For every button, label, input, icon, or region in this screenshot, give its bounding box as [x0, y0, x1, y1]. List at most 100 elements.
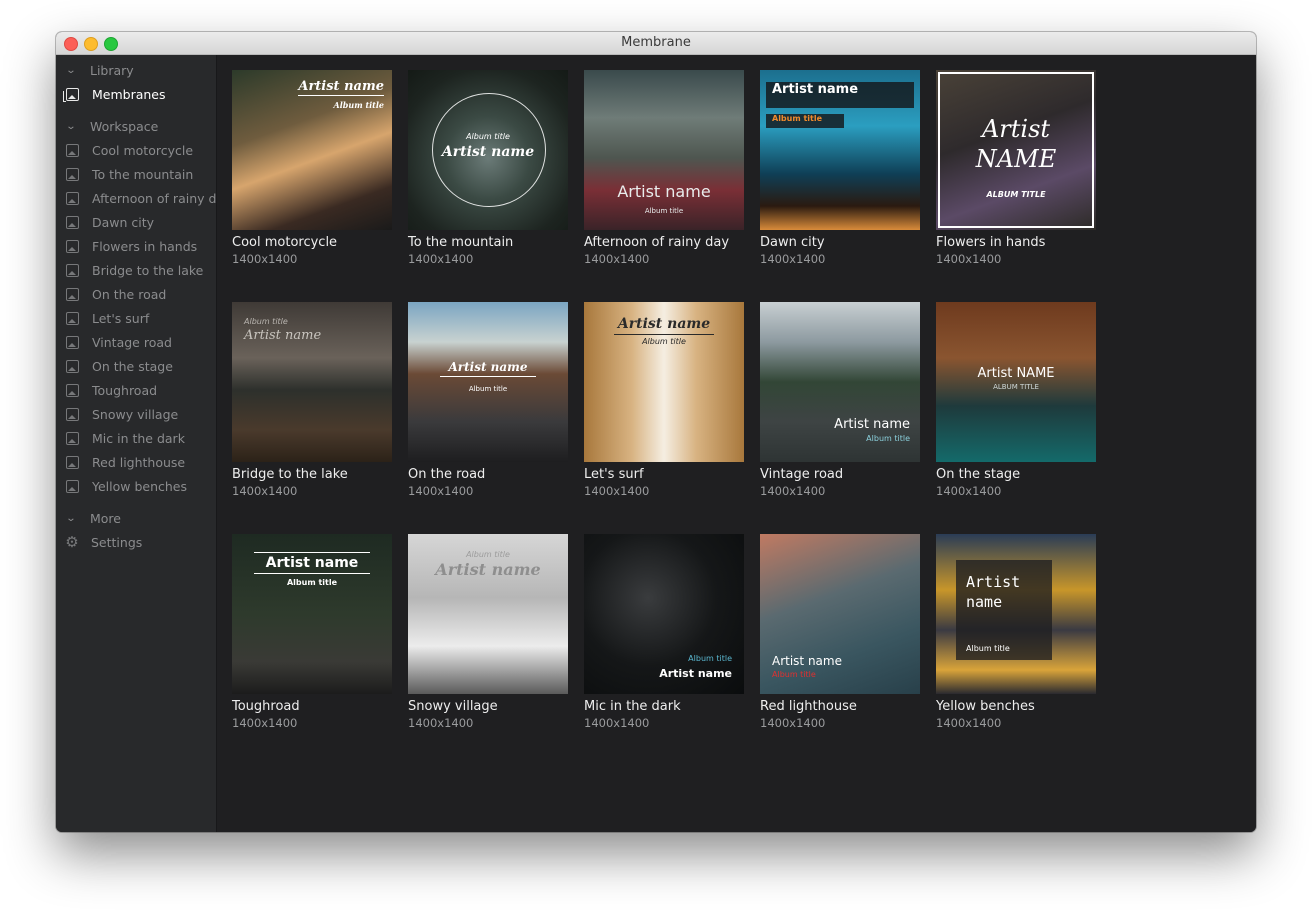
- sidebar-item-flowers-in-hands[interactable]: Flowers in hands: [56, 234, 216, 258]
- cover-thumbnail[interactable]: Album title Artist name: [232, 302, 392, 462]
- card-title: To the mountain: [408, 235, 514, 250]
- cover-thumbnail[interactable]: Album title Artist name: [584, 534, 744, 694]
- sidebar-item-cool-motorcycle[interactable]: Cool motorcycle: [56, 138, 216, 162]
- sidebar-item-afternoon-of-rainy-da[interactable]: Afternoon of rainy da: [56, 186, 216, 210]
- sidebar-item-label: Mic in the dark: [92, 430, 185, 446]
- card-title: Vintage road: [760, 467, 844, 482]
- sidebar-item-label: Red lighthouse: [92, 454, 186, 470]
- gallery-grid: Artist name Album title Cool motorcycle 140…: [217, 55, 1256, 832]
- cover-album-text: ALBUM TITLE: [993, 383, 1039, 391]
- image-icon: [66, 431, 79, 445]
- cover-thumbnail[interactable]: Artist NAME ALBUM TITLE: [936, 302, 1096, 462]
- sidebar-section-workspace[interactable]: ⌄ Workspace: [56, 114, 216, 138]
- sidebar-item-dawn-city[interactable]: Dawn city: [56, 210, 216, 234]
- sidebar-item-toughroad[interactable]: Toughroad: [56, 378, 216, 402]
- gallery-card[interactable]: Artist NAME ALBUM TITLE Flowers in hands 14…: [936, 70, 1096, 267]
- chevron-down-icon: ⌄: [65, 64, 77, 76]
- cover-artist-text: Artist name: [254, 552, 370, 574]
- cover-thumbnail[interactable]: Album title Artist name: [408, 534, 568, 694]
- cover-thumbnail[interactable]: Artist name Album title: [760, 70, 920, 230]
- cover-artist-text: Artist NAME: [975, 115, 1057, 173]
- sidebar-item-label: Bridge to the lake: [92, 262, 204, 278]
- cover-thumbnail[interactable]: Artist NAME ALBUM TITLE: [936, 70, 1096, 230]
- card-dimensions: 1400x1400: [232, 716, 298, 730]
- image-icon: [66, 191, 79, 205]
- sidebar-item-bridge-to-the-lake[interactable]: Bridge to the lake: [56, 258, 216, 282]
- sidebar: ⌄ Library Membranes ⌄ Workspace Cool mot…: [56, 55, 217, 832]
- sidebar-item-let-s-surf[interactable]: Let's surf: [56, 306, 216, 330]
- gallery-card[interactable]: Album title Artist name Mic in the dark 140…: [584, 534, 744, 731]
- cover-album-text: Album title: [772, 670, 816, 679]
- sidebar-item-label: Cool motorcycle: [92, 142, 194, 158]
- gallery-card[interactable]: Artist name Album title Let's surf 1400x140…: [584, 302, 744, 499]
- image-icon: [66, 359, 79, 373]
- section-label: More: [90, 510, 121, 526]
- gallery-card[interactable]: Album title Artist name Snowy village 1400x…: [408, 534, 568, 731]
- gallery-card[interactable]: Artist name Album title Vintage road 1400x1…: [760, 302, 920, 499]
- cover-album-text: Album title: [966, 644, 1010, 653]
- sidebar-item-label: Membranes: [92, 86, 166, 102]
- sidebar-section-more[interactable]: ⌄ More: [56, 506, 216, 530]
- cover-album-text: Album title: [468, 385, 508, 393]
- sidebar-section-library[interactable]: ⌄ Library: [56, 58, 216, 82]
- card-dimensions: 1400x1400: [408, 716, 474, 730]
- gallery-card[interactable]: Artist name Album title Afternoon of rainy…: [584, 70, 744, 267]
- card-title: Flowers in hands: [936, 235, 1046, 250]
- sidebar-item-yellow-benches[interactable]: Yellow benches: [56, 474, 216, 498]
- sidebar-item-membranes[interactable]: Membranes: [56, 82, 216, 106]
- cover-artist-text: Artist name: [298, 79, 384, 96]
- gallery-card[interactable]: Artist name Album title On the road 1400x14…: [408, 302, 568, 499]
- cover-album-text: ALBUM TITLE: [986, 190, 1046, 199]
- card-dimensions: 1400x1400: [584, 252, 650, 266]
- cover-artist-text: Artist name: [441, 144, 535, 160]
- card-dimensions: 1400x1400: [584, 716, 650, 730]
- card-dimensions: 1400x1400: [408, 252, 474, 266]
- cover-thumbnail[interactable]: Artist name Album title: [584, 302, 744, 462]
- card-title: Dawn city: [760, 235, 825, 250]
- sidebar-item-label: On the road: [92, 286, 167, 302]
- sidebar-item-label: Settings: [91, 534, 143, 550]
- cover-thumbnail[interactable]: Artist name Album title: [584, 70, 744, 230]
- card-title: Snowy village: [408, 699, 498, 714]
- sidebar-item-on-the-road[interactable]: On the road: [56, 282, 216, 306]
- gallery-card[interactable]: Album title Artist name Bridge to the lake…: [232, 302, 392, 499]
- card-dimensions: 1400x1400: [760, 484, 826, 498]
- sidebar-item-to-the-mountain[interactable]: To the mountain: [56, 162, 216, 186]
- card-dimensions: 1400x1400: [936, 252, 1002, 266]
- cover-artist-text: Artist name: [614, 316, 714, 335]
- cover-thumbnail[interactable]: Artist name Album title: [936, 534, 1096, 694]
- cover-thumbnail[interactable]: Artist name Album title: [408, 302, 568, 462]
- card-title: Red lighthouse: [760, 699, 857, 714]
- gallery-card[interactable]: Artist NAME ALBUM TITLE On the stage 1400x1…: [936, 302, 1096, 499]
- gallery-card[interactable]: Artist name Album title Dawn city 1400x1400: [760, 70, 920, 267]
- sidebar-item-vintage-road[interactable]: Vintage road: [56, 330, 216, 354]
- gallery-card[interactable]: Album title Artist name To the mountain 140…: [408, 70, 568, 267]
- cover-thumbnail[interactable]: Artist name Album title: [760, 302, 920, 462]
- sidebar-item-label: Dawn city: [92, 214, 155, 230]
- image-icon: [66, 335, 79, 349]
- card-dimensions: 1400x1400: [936, 716, 1002, 730]
- image-icon: [66, 479, 79, 493]
- cover-thumbnail[interactable]: Artist name Album title: [232, 534, 392, 694]
- sidebar-item-red-lighthouse[interactable]: Red lighthouse: [56, 450, 216, 474]
- gallery-card[interactable]: Artist name Album title Yellow benches 1400…: [936, 534, 1096, 731]
- window-title: Membrane: [621, 35, 691, 50]
- image-icon: [66, 143, 79, 157]
- gallery-card[interactable]: Artist name Album title Red lighthouse 1400…: [760, 534, 920, 731]
- cover-artist-text: Artist name: [440, 360, 536, 377]
- gallery-card[interactable]: Artist name Album title Toughroad 1400x1400: [232, 534, 392, 731]
- sidebar-item-snowy-village[interactable]: Snowy village: [56, 402, 216, 426]
- gallery-card[interactable]: Artist name Album title Cool motorcycle 140…: [232, 70, 392, 267]
- cover-thumbnail[interactable]: Artist name Album title: [760, 534, 920, 694]
- sidebar-item-mic-in-the-dark[interactable]: Mic in the dark: [56, 426, 216, 450]
- cover-thumbnail[interactable]: Artist name Album title: [232, 70, 392, 230]
- card-dimensions: 1400x1400: [584, 484, 650, 498]
- image-icon: [66, 215, 79, 229]
- image-icon: [66, 311, 79, 325]
- sidebar-item-settings[interactable]: ⚙ Settings: [56, 530, 216, 554]
- cover-thumbnail[interactable]: Album title Artist name: [408, 70, 568, 230]
- card-dimensions: 1400x1400: [936, 484, 1002, 498]
- sidebar-item-on-the-stage[interactable]: On the stage: [56, 354, 216, 378]
- card-dimensions: 1400x1400: [408, 484, 474, 498]
- chevron-down-icon: ⌄: [65, 120, 77, 132]
